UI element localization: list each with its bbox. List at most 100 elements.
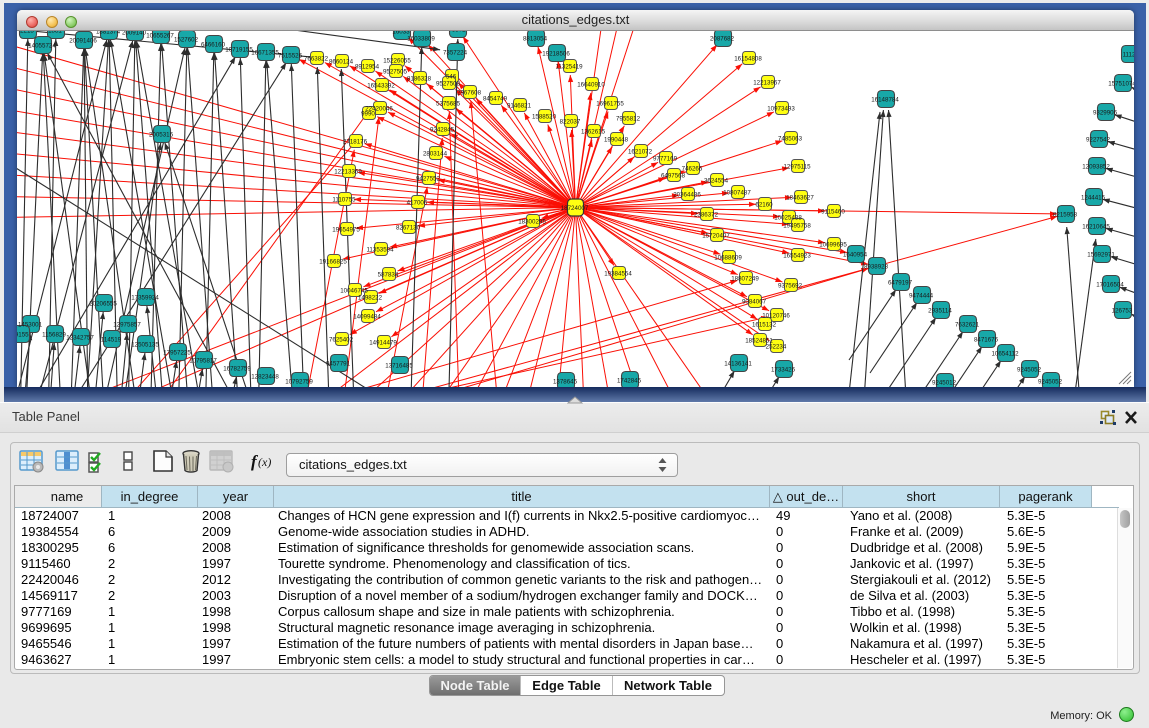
- svg-text:8938928: 8938928: [864, 264, 889, 271]
- svg-text:1498222: 1498222: [358, 295, 383, 302]
- svg-text:17016504: 17016504: [1096, 282, 1124, 289]
- svg-text:16961755: 16961755: [596, 101, 624, 108]
- svg-text:10654112: 10654112: [991, 351, 1019, 358]
- svg-text:1527602: 1527602: [174, 37, 199, 44]
- svg-text:746266: 746266: [682, 166, 703, 173]
- svg-text:9474444: 9474444: [909, 293, 934, 300]
- svg-text:16033809: 16033809: [407, 36, 435, 43]
- svg-text:1362615: 1362615: [581, 129, 606, 136]
- svg-text:2935114: 2935114: [928, 308, 952, 315]
- svg-text:587834: 587834: [378, 272, 399, 279]
- svg-text:12342757: 12342757: [66, 335, 94, 342]
- svg-text:16671355: 16671355: [251, 50, 279, 57]
- svg-text:16640910: 16640910: [577, 82, 605, 89]
- svg-text:17957225: 17957225: [163, 350, 191, 357]
- svg-text:16543392: 16543392: [367, 83, 395, 90]
- svg-text:2386372: 2386372: [694, 212, 719, 219]
- svg-text:12213369: 12213369: [334, 169, 362, 176]
- svg-text:1615132: 1615132: [752, 322, 777, 329]
- svg-text:73572: 73572: [448, 31, 466, 34]
- svg-text:9777169: 9777169: [653, 156, 678, 163]
- svg-text:9245052: 9245052: [1038, 379, 1063, 386]
- svg-text:252234: 252234: [766, 344, 787, 351]
- svg-text:7515526: 7515526: [278, 53, 303, 60]
- svg-text:10655267: 10655267: [146, 33, 174, 40]
- svg-text:8912954: 8912954: [355, 64, 380, 71]
- svg-text:7357224: 7357224: [443, 50, 468, 57]
- svg-text:14055724: 14055724: [28, 43, 56, 50]
- svg-text:1378645: 1378645: [553, 379, 578, 386]
- svg-text:16210645: 16210645: [1082, 224, 1110, 231]
- svg-text:10719155: 10719155: [225, 47, 253, 54]
- svg-text:12823448: 12823448: [251, 374, 279, 381]
- svg-text:10025438: 10025438: [774, 215, 802, 222]
- svg-text:9427552: 9427552: [416, 176, 441, 183]
- svg-text:18463627: 18463627: [786, 195, 814, 202]
- svg-text:17359924: 17359924: [131, 295, 159, 302]
- svg-text:2005316: 2005316: [149, 132, 174, 139]
- svg-text:1110755: 1110755: [332, 197, 356, 204]
- svg-text:7632621: 7632621: [955, 322, 980, 329]
- svg-text:18724007: 18724007: [561, 205, 589, 212]
- svg-text:20364436: 20364436: [673, 192, 701, 199]
- svg-text:9375692: 9375692: [778, 283, 803, 290]
- svg-text:10795817: 10795817: [189, 358, 217, 365]
- svg-text:9329906: 9329906: [1093, 110, 1118, 117]
- svg-text:19166825: 19166825: [319, 259, 347, 266]
- svg-text:9115460: 9115460: [821, 209, 845, 216]
- svg-text:19384554: 19384554: [604, 271, 632, 278]
- svg-text:1881374: 1881374: [96, 31, 121, 36]
- svg-text:8215958: 8215958: [1053, 212, 1078, 219]
- svg-text:15720407: 15720407: [702, 233, 730, 240]
- svg-text:9527508: 9527508: [436, 81, 461, 88]
- svg-text:9242845: 9242845: [430, 127, 455, 134]
- svg-text:(x): (x): [258, 455, 271, 469]
- svg-text:8471676: 8471676: [974, 337, 999, 344]
- svg-text:12975857: 12975857: [113, 322, 141, 329]
- svg-text:16148784: 16148784: [871, 97, 899, 104]
- svg-text:13716485: 13716485: [385, 363, 413, 370]
- svg-text:7625402: 7625402: [329, 337, 354, 344]
- svg-text:822037: 822037: [560, 119, 581, 126]
- svg-text:11353594: 11353594: [366, 247, 394, 254]
- svg-text:15226055: 15226055: [383, 58, 411, 65]
- svg-text:2087682: 2087682: [710, 36, 735, 43]
- svg-text:2718176: 2718176: [343, 139, 368, 146]
- svg-text:9245012: 9245012: [932, 380, 957, 387]
- svg-text:9146821: 9146821: [507, 103, 532, 110]
- svg-text:1112: 1112: [1123, 52, 1134, 59]
- svg-text:1881: 1881: [48, 31, 62, 35]
- svg-text:14914479: 14914479: [369, 340, 397, 347]
- svg-text:546: 546: [446, 74, 457, 81]
- svg-text:1742845: 1742845: [617, 378, 642, 385]
- svg-text:1588520: 1588520: [532, 114, 557, 121]
- svg-text:8454749: 8454749: [483, 96, 508, 103]
- svg-text:1156829: 1156829: [42, 332, 66, 339]
- svg-text:10699695: 10699695: [819, 242, 847, 249]
- svg-text:8813054: 8813054: [523, 36, 548, 43]
- svg-text:9457791: 9457791: [326, 361, 351, 368]
- svg-text:10792759: 10792759: [285, 379, 313, 386]
- svg-text:9245052: 9245052: [1017, 367, 1042, 374]
- svg-text:12213967: 12213967: [753, 80, 781, 87]
- svg-text:5375685: 5375685: [436, 101, 461, 108]
- svg-text:9227542: 9227542: [1086, 137, 1111, 144]
- svg-text:6466160: 6466160: [201, 42, 226, 49]
- svg-text:20091406: 20091406: [69, 38, 97, 45]
- svg-text:16154808: 16154808: [734, 56, 762, 63]
- svg-text:10973493: 10973493: [767, 106, 795, 113]
- svg-text:19218506: 19218506: [542, 51, 570, 58]
- svg-text:11325419: 11325419: [555, 64, 583, 71]
- svg-text:1621072: 1621072: [628, 149, 653, 156]
- svg-text:12975115: 12975115: [783, 164, 811, 171]
- svg-text:18807249: 18807249: [731, 276, 759, 283]
- svg-text:16554923: 16554923: [783, 253, 811, 260]
- svg-text:7663822: 7663822: [304, 56, 329, 63]
- svg-text:16782759: 16782759: [223, 366, 251, 373]
- svg-text:8660124: 8660124: [329, 59, 354, 66]
- svg-text:15751074: 15751074: [1108, 81, 1134, 88]
- svg-text:8267130: 8267130: [396, 225, 421, 232]
- svg-text:2967608: 2967608: [457, 90, 482, 97]
- svg-text:10046745: 10046745: [340, 288, 368, 295]
- svg-text:1453001: 1453001: [18, 322, 43, 329]
